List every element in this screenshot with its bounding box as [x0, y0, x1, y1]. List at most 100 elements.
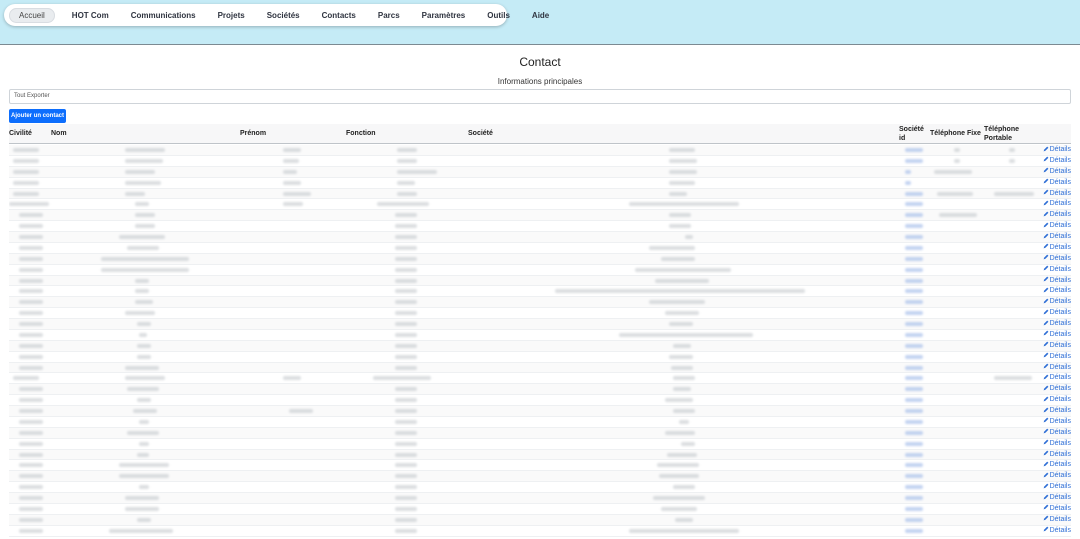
details-link[interactable]: Détails [1043, 450, 1071, 460]
column-header-civilite[interactable]: Civilité [9, 129, 32, 138]
details-link[interactable]: Détails [1043, 428, 1071, 438]
table-row: Détails [9, 352, 1071, 363]
details-link[interactable]: Détails [1043, 330, 1071, 340]
details-link[interactable]: Détails [1043, 341, 1071, 351]
details-link[interactable]: Détails [1043, 384, 1071, 394]
table-row: Détails [9, 156, 1071, 167]
pencil-icon [1043, 167, 1048, 173]
details-link[interactable]: Détails [1043, 308, 1071, 318]
details-link[interactable]: Détails [1043, 189, 1071, 199]
nav-item-projets[interactable]: Projets [218, 8, 245, 23]
pencil-icon [1043, 385, 1048, 391]
details-link[interactable]: Détails [1043, 352, 1071, 362]
pencil-icon [1043, 526, 1048, 532]
column-header-telephone-fixe[interactable]: Téléphone Fixe [930, 129, 981, 138]
pencil-icon [1043, 320, 1048, 325]
details-link[interactable]: Détails [1043, 417, 1071, 427]
nav-item-accueil[interactable]: Accueil [9, 7, 55, 23]
pencil-icon [1043, 439, 1048, 445]
table-row: Détails [9, 427, 1071, 439]
details-link[interactable]: Détails [1043, 276, 1071, 286]
table-row: Détails [9, 199, 1071, 211]
details-link[interactable]: Détails [1043, 254, 1071, 264]
details-link[interactable]: Détails [1043, 515, 1071, 525]
table-row: Détails [9, 319, 1071, 330]
details-link[interactable]: Détails [1043, 460, 1071, 470]
nav-item-parametres[interactable]: Paramètres [422, 8, 466, 23]
details-link[interactable]: Détails [1043, 297, 1071, 307]
table-row: Détails [9, 373, 1071, 385]
pencil-icon [1043, 417, 1048, 423]
column-header-nom[interactable]: Nom [51, 129, 67, 138]
nav-item-outils[interactable]: Outils [487, 8, 510, 23]
details-link[interactable]: Détails [1043, 363, 1071, 373]
pencil-icon [1043, 200, 1048, 206]
pencil-icon [1043, 265, 1048, 271]
nav-item-societes[interactable]: Sociétés [267, 8, 300, 23]
pencil-icon [1043, 254, 1048, 260]
table-row: Détails [9, 526, 1071, 537]
table-row: Détails [9, 210, 1071, 222]
pencil-icon [1043, 233, 1048, 238]
nav-item-contacts[interactable]: Contacts [322, 8, 356, 23]
details-link[interactable]: Détails [1043, 482, 1071, 492]
pencil-icon [1043, 494, 1048, 499]
nav-item-parcs[interactable]: Parcs [378, 8, 400, 23]
details-link[interactable]: Détails [1043, 406, 1071, 416]
details-link[interactable]: Détails [1043, 471, 1071, 481]
nav-item-aide[interactable]: Aide [532, 8, 549, 23]
column-header-prenom[interactable]: Prénom [240, 129, 266, 138]
details-link[interactable]: Détails [1043, 439, 1071, 449]
column-header-fonction[interactable]: Fonction [346, 129, 376, 138]
table-row: Détails [9, 417, 1071, 428]
table-row: Détails [9, 265, 1071, 276]
column-header-societe-id[interactable]: Société id [899, 125, 927, 143]
details-link[interactable]: Détails [1043, 286, 1071, 296]
pencil-icon [1043, 396, 1048, 402]
table-row: Détails [9, 482, 1071, 493]
pencil-icon [1043, 211, 1048, 217]
details-link[interactable]: Détails [1043, 504, 1071, 514]
add-contact-button[interactable]: Ajouter un contact [9, 109, 66, 123]
details-link[interactable]: Détails [1043, 243, 1071, 253]
table-row: Détails [9, 297, 1071, 309]
table-row: Détails [9, 471, 1071, 483]
pencil-icon [1043, 483, 1048, 489]
details-link[interactable]: Détails [1043, 526, 1071, 536]
export-all-button[interactable]: Tout Exporter [9, 89, 1071, 104]
column-header-telephone-portable[interactable]: Téléphone Portable [984, 125, 1024, 143]
table-row: Détails [9, 166, 1071, 178]
pencil-icon [1043, 243, 1048, 249]
table-row: Détails [9, 221, 1071, 232]
pencil-icon [1043, 156, 1048, 162]
contacts-table-body: Détails Détails Détails Détails Détails … [9, 145, 1071, 539]
column-header-societe[interactable]: Société [468, 129, 493, 138]
table-row: Détails [9, 232, 1071, 243]
details-link[interactable]: Détails [1043, 373, 1071, 383]
details-link[interactable]: Détails [1043, 493, 1071, 503]
details-link[interactable]: Détails [1043, 156, 1071, 166]
details-link[interactable]: Détails [1043, 395, 1071, 405]
details-link[interactable]: Détails [1043, 319, 1071, 329]
table-row: Détails [9, 145, 1071, 156]
table-row: Détails [9, 308, 1071, 319]
nav-item-hot-com[interactable]: HOT Com [72, 8, 109, 23]
pencil-icon [1043, 330, 1048, 336]
pencil-icon [1043, 352, 1048, 358]
details-link[interactable]: Détails [1043, 199, 1071, 209]
table-row: Détails [9, 406, 1071, 417]
pencil-icon [1043, 309, 1048, 315]
table-row: Détails [9, 340, 1071, 352]
details-link[interactable]: Détails [1043, 178, 1071, 188]
nav-item-communications[interactable]: Communications [131, 8, 196, 23]
details-link[interactable]: Détails [1043, 221, 1071, 231]
details-link[interactable]: Détails [1043, 145, 1071, 155]
table-row: Détails [9, 253, 1071, 265]
table-header: Civilité Nom Prénom Fonction Société Soc… [9, 124, 1071, 144]
table-row: Détails [9, 493, 1071, 504]
pencil-icon [1043, 189, 1048, 195]
details-link[interactable]: Détails [1043, 210, 1071, 220]
details-link[interactable]: Détails [1043, 265, 1071, 275]
details-link[interactable]: Détails [1043, 232, 1071, 242]
details-link[interactable]: Détails [1043, 167, 1071, 177]
